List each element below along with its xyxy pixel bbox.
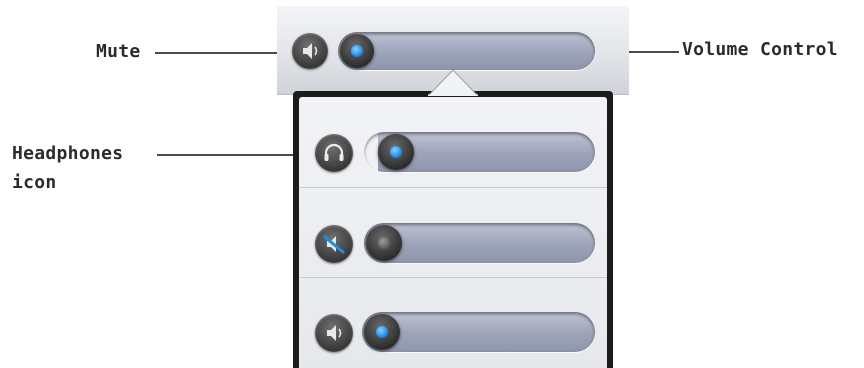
mute-button[interactable] [292,33,328,69]
muted-slider-knob[interactable] [366,225,402,261]
muted-speaker-icon [323,235,345,254]
headphones-callout-line2: icon [12,172,57,193]
speaker-icon [327,325,342,341]
volume-control-callout: Volume Control [682,39,838,60]
speaker-slider-knob[interactable] [364,314,400,350]
headphones-slider-track[interactable] [364,132,595,172]
headphones-icon [324,143,344,161]
knob-indicator [351,45,363,57]
mute-leader-line [155,52,288,54]
popover-arrow [428,70,478,96]
volume-slider-knob[interactable] [340,34,374,68]
knob-indicator [378,237,390,249]
knob-indicator [390,146,402,158]
knob-indicator [376,326,388,338]
muted-slider-track[interactable] [364,223,595,263]
headphones-callout-line1: Headphones [12,143,124,164]
volume-slider-track[interactable] [338,32,595,70]
headphones-button[interactable] [315,134,353,172]
speaker-icon [303,43,318,59]
headphones-leader-line [157,154,311,156]
speaker-slider-track[interactable] [362,312,595,352]
speaker-button[interactable] [315,314,353,352]
muted-output-button[interactable] [315,225,353,263]
headphones-slider-knob[interactable] [378,134,414,170]
mute-callout: Mute [96,41,141,62]
